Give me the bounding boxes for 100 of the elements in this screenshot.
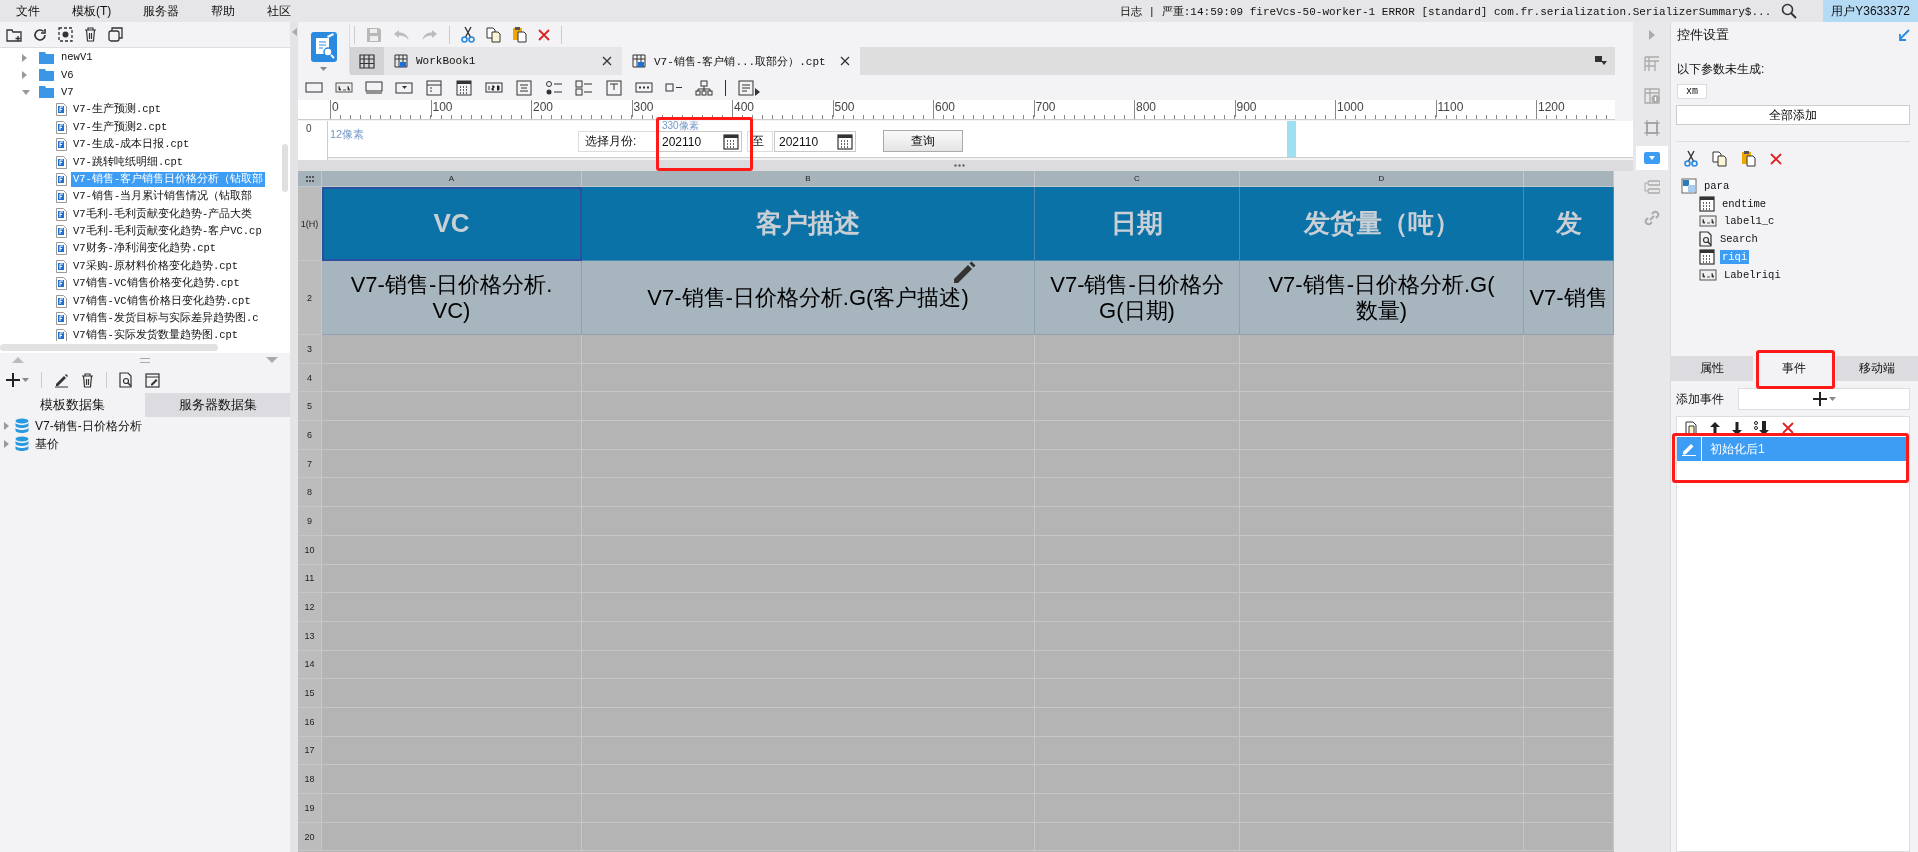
folder-item[interactable]: newV1 (59, 50, 95, 66)
menu-item[interactable]: 文件 (0, 2, 56, 20)
column-header[interactable]: B (582, 171, 1035, 187)
text-area-icon[interactable] (605, 79, 623, 96)
column-header[interactable]: D (1240, 171, 1524, 187)
column-header[interactable]: A (322, 171, 582, 187)
widget-item[interactable]: Search (1718, 232, 1760, 247)
table-cell[interactable]: V7-销售-日价格分析. VC) (322, 261, 582, 335)
search-icon[interactable] (119, 372, 133, 388)
scrollbar-thumb[interactable] (0, 343, 218, 351)
undo-icon[interactable] (393, 28, 410, 41)
frame-icon[interactable] (1643, 120, 1660, 136)
menu-item[interactable]: 服务器 (127, 2, 196, 20)
menu-item[interactable]: 模板(T) (56, 2, 128, 20)
layers-icon[interactable] (1643, 180, 1660, 194)
button-icon[interactable] (365, 79, 383, 96)
info-icon[interactable] (1643, 88, 1660, 104)
row-header[interactable]: 8 (298, 478, 322, 508)
dataset-item[interactable]: V7-销售-日价格分析 (35, 417, 142, 435)
dropdown-icon[interactable] (1643, 152, 1660, 164)
table-cell[interactable]: V7-销售-日价格分 G(日期) (1035, 261, 1240, 335)
file-item[interactable]: V7销售-发货目标与实际差异趋势图.c (71, 311, 261, 327)
table-cell[interactable]: V7-销售-日价格分析.G(客户描述) (582, 261, 1035, 335)
expand-arrow-icon[interactable] (22, 71, 27, 80)
list-icon[interactable] (515, 79, 533, 96)
menu-item[interactable]: 帮助 (195, 2, 252, 20)
move-down-icon[interactable] (1732, 421, 1742, 435)
log-message[interactable]: 日志 | 严重:14:59:09 fireVcs-50-worker-1 ERROR [standard] com.fr.serialization.SerializerSummary$... (1119, 3, 1772, 19)
tree-icon[interactable] (695, 79, 713, 96)
tab[interactable]: 属性 (1671, 356, 1754, 381)
row-header[interactable]: 1(H) (298, 187, 322, 261)
save-icon[interactable] (366, 26, 382, 43)
table-cell[interactable]: V7-销售-日价格分析.G( 数量) (1240, 261, 1524, 335)
file-item[interactable]: V7销售-VC销售价格变化趋势.cpt (71, 276, 242, 292)
folder-item[interactable]: V6 (59, 67, 76, 83)
scrollbar-thumb[interactable] (282, 144, 288, 192)
row-header[interactable]: 7 (298, 449, 322, 479)
table-cell[interactable] (1035, 335, 1240, 364)
form-icon[interactable] (738, 79, 760, 96)
pencil-icon[interactable] (54, 372, 69, 388)
text-box-icon[interactable] (305, 79, 323, 96)
pencil-icon[interactable] (952, 261, 976, 285)
query-button[interactable]: 查询 (883, 130, 963, 152)
table-cell[interactable]: V7-销售 (1524, 261, 1614, 335)
collapse-up-icon[interactable] (12, 357, 24, 363)
row-header[interactable]: 5 (298, 392, 322, 422)
menu-item[interactable]: 社区 (251, 2, 308, 20)
row-header[interactable]: 13 (298, 621, 322, 651)
splitter-grip-icon[interactable] (140, 357, 150, 363)
widget-item[interactable]: endtime (1720, 196, 1769, 211)
delete-icon[interactable] (84, 27, 97, 42)
row-header[interactable]: 19 (298, 794, 322, 823)
confirm-icon[interactable] (1898, 28, 1910, 41)
tab[interactable]: 事件 (1753, 356, 1836, 381)
row-header[interactable]: 11 (298, 564, 322, 594)
row-header[interactable]: 20 (298, 822, 322, 852)
row-header[interactable]: 14 (298, 650, 322, 680)
grid-icon[interactable] (359, 53, 375, 69)
refresh-icon[interactable] (33, 27, 47, 42)
new-file-icon[interactable] (1685, 421, 1698, 435)
collapse-arrow-icon[interactable] (22, 89, 30, 95)
row-header[interactable]: 18 (298, 765, 322, 794)
date-field[interactable]: 202110 (657, 131, 742, 152)
paste-icon[interactable] (512, 26, 527, 43)
caret-icon[interactable] (22, 378, 29, 382)
tab[interactable]: 移动端 (1835, 356, 1918, 381)
link-icon[interactable] (1643, 210, 1660, 226)
search-icon[interactable] (1781, 3, 1798, 19)
row-header[interactable]: 3 (298, 335, 322, 364)
row-header[interactable]: 6 (298, 421, 322, 450)
select-all-icon[interactable] (305, 175, 314, 182)
redo-icon[interactable] (421, 28, 438, 41)
file-item[interactable]: V7销售-VC销售价格日变化趋势.cpt (71, 293, 253, 309)
folder-add-icon[interactable] (6, 27, 22, 42)
file-item[interactable]: V7财务-净利润变化趋势.cpt (71, 241, 219, 257)
move-up-icon[interactable] (1710, 421, 1720, 435)
caret-icon[interactable] (320, 67, 327, 71)
paste-icon[interactable] (1741, 150, 1756, 167)
delete-icon[interactable] (81, 372, 94, 388)
table-cell[interactable] (322, 335, 582, 364)
checkbox-group-icon[interactable] (575, 79, 593, 96)
panel-icon[interactable] (425, 79, 443, 96)
close-icon[interactable] (602, 56, 612, 66)
calendar-icon[interactable] (723, 133, 739, 150)
file-item[interactable]: V7销售-实际发货数量趋势图.cpt (71, 328, 241, 341)
file-item[interactable]: V7-跳转吨纸明细.cpt (71, 154, 186, 170)
expand-arrow-icon[interactable] (4, 440, 9, 448)
splitter-grip-icon[interactable] (954, 164, 965, 167)
column-header[interactable] (1524, 171, 1614, 187)
scissors-icon[interactable] (1684, 150, 1698, 167)
window-menu-icon[interactable] (1595, 56, 1607, 66)
row-header[interactable]: 16 (298, 707, 322, 737)
table-cell[interactable] (1240, 335, 1524, 364)
row-header[interactable]: 2 (298, 261, 322, 335)
collapse-down-icon[interactable] (266, 357, 278, 363)
dataset-item[interactable]: 基价 (35, 435, 59, 453)
row-header[interactable]: 4 (298, 363, 322, 393)
row-header[interactable]: 17 (298, 736, 322, 766)
user-button[interactable]: 用户Y3633372 (1823, 0, 1918, 22)
file-item[interactable]: V7毛利-毛利贡献变化趋势-产品大类 (71, 206, 255, 222)
